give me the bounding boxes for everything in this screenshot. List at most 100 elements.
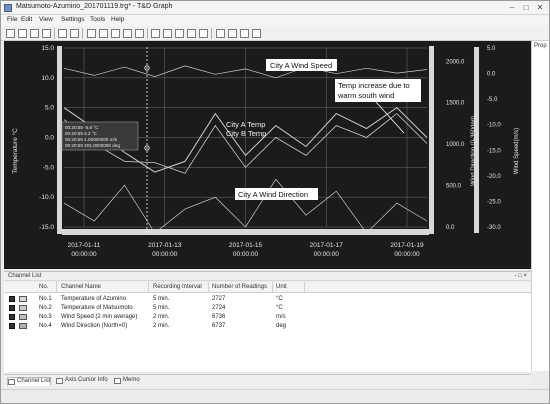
time-tick-label: 00:00:00 [233, 251, 259, 258]
visibility-checkbox[interactable] [9, 305, 15, 311]
column-divider[interactable] [304, 282, 305, 293]
wind-speed-tick-label: -30.0 [487, 225, 501, 231]
wind-direction-tick-label: 500.0 [446, 184, 462, 190]
speed-scroll-bar[interactable] [474, 47, 479, 233]
zoom-fit-icon[interactable] [135, 29, 144, 38]
grid-icon[interactable] [216, 29, 225, 38]
panel-window-buttons[interactable]: - □ × [515, 273, 527, 279]
wind-direction-tick-label: 2000.0 [446, 59, 465, 65]
column-divider[interactable] [208, 282, 209, 293]
series-color-swatch[interactable] [19, 323, 27, 329]
visibility-checkbox[interactable] [9, 314, 15, 320]
visibility-checkbox[interactable] [9, 323, 15, 329]
zoom-in-icon[interactable] [111, 29, 120, 38]
minimize-icon[interactable]: – [505, 2, 519, 13]
cell-unit: deg [276, 323, 287, 329]
column-header[interactable]: Recording Interval [153, 284, 202, 290]
save-icon[interactable] [30, 29, 39, 38]
menu-file[interactable]: File [7, 16, 17, 23]
channel-list-header: Channel List - □ × [4, 271, 531, 281]
table-row[interactable]: No.4 Wind Direction (North=0) 2 min. 6737 de… [4, 322, 531, 330]
cell-unit: °C [276, 296, 283, 302]
cell-readings: 6736 [212, 314, 226, 320]
column-header[interactable]: No. [39, 284, 48, 290]
table-row[interactable]: No.2 Temperature of Matsumoto 5 min. 2724 °C [4, 304, 531, 312]
graph-area[interactable]: 15.0 10.0 5.0 0.0 -5.0 -10.0 -15.0 2000.0 1500.… [4, 41, 531, 269]
window-title: Matsumoto-Azumino_201701119.trg* - T&D G… [16, 3, 173, 10]
menu-view[interactable]: View [39, 16, 53, 23]
cell-readings: 6737 [212, 323, 226, 329]
cursor-icon [56, 378, 63, 384]
visibility-checkbox[interactable] [9, 296, 15, 302]
title-bar[interactable]: Matsumoto-Azumino_201701119.trg* - T&D G… [1, 1, 549, 15]
text-tool-icon[interactable] [151, 29, 160, 38]
time-tick-label: 2017-01-11 [68, 242, 101, 249]
cell-interval: 5 min. [153, 296, 170, 302]
ellipse-tool-icon[interactable] [199, 29, 208, 38]
wind-direction-tick-label: 1500.0 [446, 101, 465, 107]
column-header[interactable]: Channel Name [61, 284, 101, 290]
tab-axis-cursor-info[interactable]: Axis Cursor Info [56, 377, 108, 386]
series-color-swatch[interactable] [19, 305, 27, 311]
wind-speed-tick-label: 0.0 [487, 72, 496, 78]
wind-speed-tick-label: -10.0 [487, 123, 501, 129]
menu-edit[interactable]: Edit [21, 16, 32, 23]
menu-help[interactable]: Help [111, 16, 124, 23]
cell-unit: m/s [276, 314, 286, 320]
time-scroll-bar[interactable] [62, 229, 429, 235]
temperature-axis-ticks: 15.0 10.0 5.0 0.0 -5.0 -10.0 -15.0 [39, 45, 54, 231]
maximize-icon[interactable]: □ [519, 2, 533, 13]
left-scroll-bar[interactable] [57, 46, 62, 234]
cell-channel-name: Temperature of Azumino [61, 296, 127, 302]
arrow-tool-icon[interactable] [163, 29, 172, 38]
list-icon [8, 379, 15, 385]
toolbar-separator [82, 28, 83, 39]
series-color-swatch[interactable] [19, 314, 27, 320]
column-divider[interactable] [56, 282, 57, 293]
wind-speed-tick-label: -20.0 [487, 174, 501, 180]
right-scroll-bar[interactable] [429, 46, 434, 234]
undo-icon[interactable] [87, 29, 96, 38]
open-folder-icon[interactable] [18, 29, 27, 38]
column-divider[interactable] [272, 282, 273, 293]
cell-channel-name: Temperature of Matsumoto [61, 305, 133, 311]
wind-direction-axis-ticks: 2000.0 1500.0 1000.0 500.0 0.0 [446, 59, 465, 231]
export-icon[interactable] [42, 29, 51, 38]
redo-icon[interactable] [99, 29, 108, 38]
time-tick-label: 2017-01-17 [310, 242, 344, 249]
new-file-icon[interactable] [6, 29, 15, 38]
time-tick-label: 2017-01-19 [390, 242, 424, 249]
cursor-readout-line: 00:20:55 4.2 °C [65, 131, 98, 136]
layout-icon[interactable] [228, 29, 237, 38]
properties-panel[interactable]: Prop [531, 41, 549, 371]
column-header[interactable]: Unit [276, 284, 287, 290]
cursor-readout-line: 00:20:58 201.0000000 deg [65, 143, 120, 148]
note-annotation-line: warm south wind [337, 91, 394, 100]
temperature-tick-label: 10.0 [41, 75, 54, 82]
tab-memo[interactable]: Memo [114, 377, 140, 386]
table-row[interactable]: No.1 Temperature of Azumino 5 min. 2727 °C [4, 295, 531, 303]
note-pointer-line [375, 101, 405, 134]
time-tick-label: 2017-01-13 [148, 242, 182, 249]
menu-settings[interactable]: Settings [61, 16, 85, 23]
series-color-swatch[interactable] [19, 296, 27, 302]
window-icon[interactable] [240, 29, 249, 38]
tab-channel-list[interactable]: Channel List [7, 377, 52, 386]
graph-svg[interactable]: 15.0 10.0 5.0 0.0 -5.0 -10.0 -15.0 2000.0 1500.… [4, 41, 531, 269]
table-row[interactable]: No.3 Wind Speed (2 min average) 2 min. 6736… [4, 313, 531, 321]
menu-bar: File Edit View Settings Tools Help [1, 15, 549, 26]
toolbar-separator [147, 28, 148, 39]
time-tick-label: 00:00:00 [314, 251, 340, 258]
copy-icon[interactable] [70, 29, 79, 38]
wind-speed-tick-label: -25.0 [487, 199, 501, 205]
column-divider[interactable] [148, 282, 149, 293]
line-tool-icon[interactable] [175, 29, 184, 38]
print-icon[interactable] [58, 29, 67, 38]
column-header[interactable]: Number of Readings [212, 284, 267, 290]
menu-tools[interactable]: Tools [90, 16, 105, 23]
rectangle-tool-icon[interactable] [187, 29, 196, 38]
close-icon[interactable]: ✕ [533, 2, 547, 13]
settings-icon[interactable] [252, 29, 261, 38]
cell-interval: 5 min. [153, 305, 170, 311]
zoom-out-icon[interactable] [123, 29, 132, 38]
